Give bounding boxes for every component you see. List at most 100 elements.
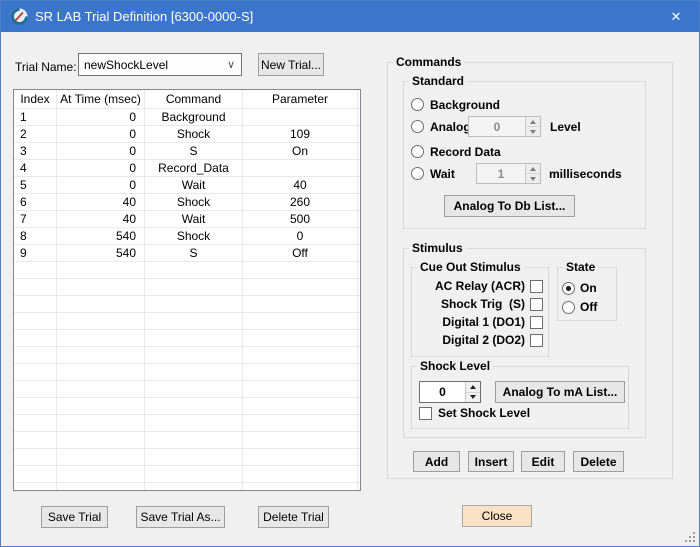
shock-level-group-label: Shock Level <box>417 359 493 374</box>
close-button[interactable]: Close <box>462 505 532 527</box>
table-cell <box>243 483 358 491</box>
set-shock-level-checkbox-row[interactable]: Set Shock Level <box>419 405 530 421</box>
table-row[interactable]: 8540Shock0 <box>14 228 360 245</box>
column-header-attime[interactable]: At Time (msec) <box>57 90 145 109</box>
table-row[interactable] <box>14 381 360 398</box>
background-radio[interactable]: Background <box>411 94 500 115</box>
checkbox-icon[interactable] <box>419 407 432 420</box>
record-data-radio[interactable]: Record Data <box>411 141 501 162</box>
chevron-down-icon[interactable]: ∨ <box>227 54 235 75</box>
radio-icon[interactable] <box>411 145 424 158</box>
table-row[interactable]: 740Wait500 <box>14 211 360 228</box>
table-row[interactable] <box>14 279 360 296</box>
table-row[interactable] <box>14 296 360 313</box>
table-cell <box>358 330 360 347</box>
table-row[interactable] <box>14 262 360 279</box>
state-off-radio[interactable]: Off <box>562 299 597 315</box>
spinner-up-button[interactable] <box>526 117 540 127</box>
table-row[interactable]: 50Wait40 <box>14 177 360 194</box>
table-cell <box>14 347 57 364</box>
table-cell: Shock <box>145 228 243 245</box>
table-row[interactable] <box>14 364 360 381</box>
table-row[interactable] <box>14 330 360 347</box>
wait-radio[interactable]: Wait <box>411 163 455 184</box>
table-cell: 40 <box>57 211 145 228</box>
table-cell: 1 <box>14 109 57 126</box>
radio-icon[interactable] <box>411 120 424 133</box>
edit-button[interactable]: Edit <box>521 451 565 472</box>
spinner-up-button[interactable] <box>466 382 480 393</box>
table-cell <box>145 296 243 313</box>
checkbox-icon[interactable] <box>530 334 543 347</box>
table-row[interactable]: 10Background <box>14 109 360 126</box>
digital2-checkbox-row[interactable]: Digital 2 (DO2) <box>415 332 543 348</box>
table-cell: 0 <box>57 109 145 126</box>
wait-milliseconds-spinner[interactable]: 1 <box>476 163 541 184</box>
save-trial-as-button[interactable]: Save Trial As... <box>136 506 225 528</box>
analog-radio[interactable]: Analog <box>411 116 471 137</box>
table-cell <box>243 381 358 398</box>
table-row[interactable]: 30SOn <box>14 143 360 160</box>
analog-radio-label: Analog <box>430 120 471 134</box>
table-row[interactable] <box>14 466 360 483</box>
table-row[interactable] <box>14 449 360 466</box>
table-row[interactable] <box>14 483 360 491</box>
table-row[interactable]: 40Record_Data <box>14 160 360 177</box>
table-cell <box>145 347 243 364</box>
table-row[interactable] <box>14 398 360 415</box>
table-cell <box>358 449 360 466</box>
delete-trial-button[interactable]: Delete Trial <box>258 506 329 528</box>
table-cell <box>358 381 360 398</box>
table-cell <box>358 279 360 296</box>
radio-icon[interactable] <box>562 282 575 295</box>
close-window-icon[interactable]: ✕ <box>653 1 699 32</box>
table-cell <box>14 279 57 296</box>
table-cell <box>145 381 243 398</box>
table-cell: 0 <box>57 177 145 194</box>
new-trial-button[interactable]: New Trial... <box>258 53 324 76</box>
spinner-down-button[interactable] <box>526 127 540 136</box>
ac-relay-checkbox-row[interactable]: AC Relay (ACR) <box>415 278 543 294</box>
analog-level-spinner[interactable]: 0 <box>468 116 541 137</box>
radio-icon[interactable] <box>411 167 424 180</box>
shock-trig-checkbox-row[interactable]: Shock Trig (S) <box>415 296 543 312</box>
delete-button[interactable]: Delete <box>573 451 624 472</box>
radio-icon[interactable] <box>562 301 575 314</box>
radio-icon[interactable] <box>411 98 424 111</box>
table-cell <box>145 262 243 279</box>
add-button[interactable]: Add <box>413 451 460 472</box>
titlebar[interactable]: SR LAB Trial Definition [6300-0000-S] ✕ <box>1 1 699 32</box>
column-header-index[interactable]: Index <box>14 90 57 109</box>
spinner-up-button[interactable] <box>526 164 540 174</box>
state-on-radio[interactable]: On <box>562 280 597 296</box>
analog-to-db-list-button[interactable]: Analog To Db List... <box>444 195 575 217</box>
table-cell: S <box>145 143 243 160</box>
save-trial-button[interactable]: Save Trial <box>41 506 108 528</box>
table-cell <box>145 415 243 432</box>
trial-steps-table[interactable]: Index At Time (msec) Command Parameter 1… <box>13 89 361 491</box>
table-row[interactable] <box>14 415 360 432</box>
table-row[interactable]: 20Shock109 <box>14 126 360 143</box>
table-row[interactable] <box>14 432 360 449</box>
table-cell <box>243 347 358 364</box>
shock-level-spinner[interactable]: 0 <box>419 381 481 403</box>
table-row[interactable] <box>14 347 360 364</box>
table-cell <box>243 296 358 313</box>
trial-name-combobox[interactable]: newShockLevel ∨ <box>78 53 242 76</box>
column-header-parameter[interactable]: Parameter <box>243 90 358 109</box>
spinner-down-button[interactable] <box>526 174 540 183</box>
spinner-down-button[interactable] <box>466 393 480 403</box>
checkbox-icon[interactable] <box>530 316 543 329</box>
table-row[interactable]: 640Shock260 <box>14 194 360 211</box>
table-cell <box>358 228 360 245</box>
table-row[interactable] <box>14 313 360 330</box>
digital1-checkbox-row[interactable]: Digital 1 (DO1) <box>415 314 543 330</box>
table-row[interactable]: 9540SOff <box>14 245 360 262</box>
checkbox-icon[interactable] <box>530 280 543 293</box>
resize-grip[interactable] <box>683 530 695 542</box>
insert-button[interactable]: Insert <box>468 451 514 472</box>
checkbox-icon[interactable] <box>530 298 543 311</box>
table-cell <box>358 432 360 449</box>
column-header-command[interactable]: Command <box>145 90 243 109</box>
analog-to-ma-list-button[interactable]: Analog To mA List... <box>495 381 625 403</box>
